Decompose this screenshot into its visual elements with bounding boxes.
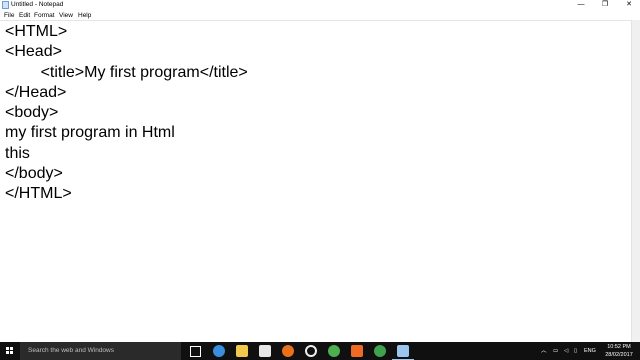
restore-button[interactable]: ❐: [593, 0, 617, 10]
network-icon[interactable]: ▭: [553, 342, 558, 360]
clock-time: 10:52 PM: [607, 344, 631, 350]
firefox-icon[interactable]: [282, 345, 294, 357]
store-icon[interactable]: [259, 345, 271, 357]
edge-icon[interactable]: [213, 345, 225, 357]
vertical-scrollbar[interactable]: [631, 20, 640, 342]
task-view-icon[interactable]: [190, 346, 201, 357]
notepad-taskbar-icon[interactable]: [397, 345, 409, 357]
search-placeholder: Search the web and Windows: [28, 347, 114, 354]
taskbar: Search the web and Windows ︿ ▭ ◁ ▯ ENG 1…: [0, 342, 640, 360]
editor-content[interactable]: <HTML> <Head> <title>My first program</t…: [0, 21, 631, 205]
text-editor[interactable]: <HTML> <Head> <title>My first program</t…: [0, 20, 631, 342]
system-clock[interactable]: 10:52 PM 28/02/2017: [600, 343, 638, 359]
notepad-app-icon: [2, 1, 9, 9]
volume-icon[interactable]: ◁: [564, 342, 568, 360]
orange-app-icon[interactable]: [351, 345, 363, 357]
chrome-alt-icon[interactable]: [374, 345, 386, 357]
menu-view[interactable]: View: [59, 11, 73, 20]
file-explorer-icon[interactable]: [236, 345, 248, 357]
menu-help[interactable]: Help: [78, 11, 91, 20]
window-title: Untitled - Notepad: [11, 1, 64, 8]
chrome-icon[interactable]: [328, 345, 340, 357]
title-bar[interactable]: Untitled - Notepad — ❐ ✕: [0, 0, 640, 11]
search-box[interactable]: Search the web and Windows: [20, 342, 181, 360]
show-hidden-icons-icon[interactable]: ︿: [541, 342, 547, 360]
menu-bar: File Edit Format View Help: [0, 11, 640, 20]
close-button[interactable]: ✕: [617, 0, 640, 10]
menu-format[interactable]: Format: [34, 11, 55, 20]
minimize-button[interactable]: —: [569, 0, 593, 10]
menu-file[interactable]: File: [4, 11, 14, 20]
menu-edit[interactable]: Edit: [19, 11, 30, 20]
battery-icon[interactable]: ▯: [574, 342, 577, 360]
media-player-icon[interactable]: [305, 345, 317, 357]
language-indicator[interactable]: ENG: [584, 342, 596, 360]
start-button[interactable]: [0, 342, 20, 360]
clock-date: 28/02/2017: [605, 352, 633, 358]
